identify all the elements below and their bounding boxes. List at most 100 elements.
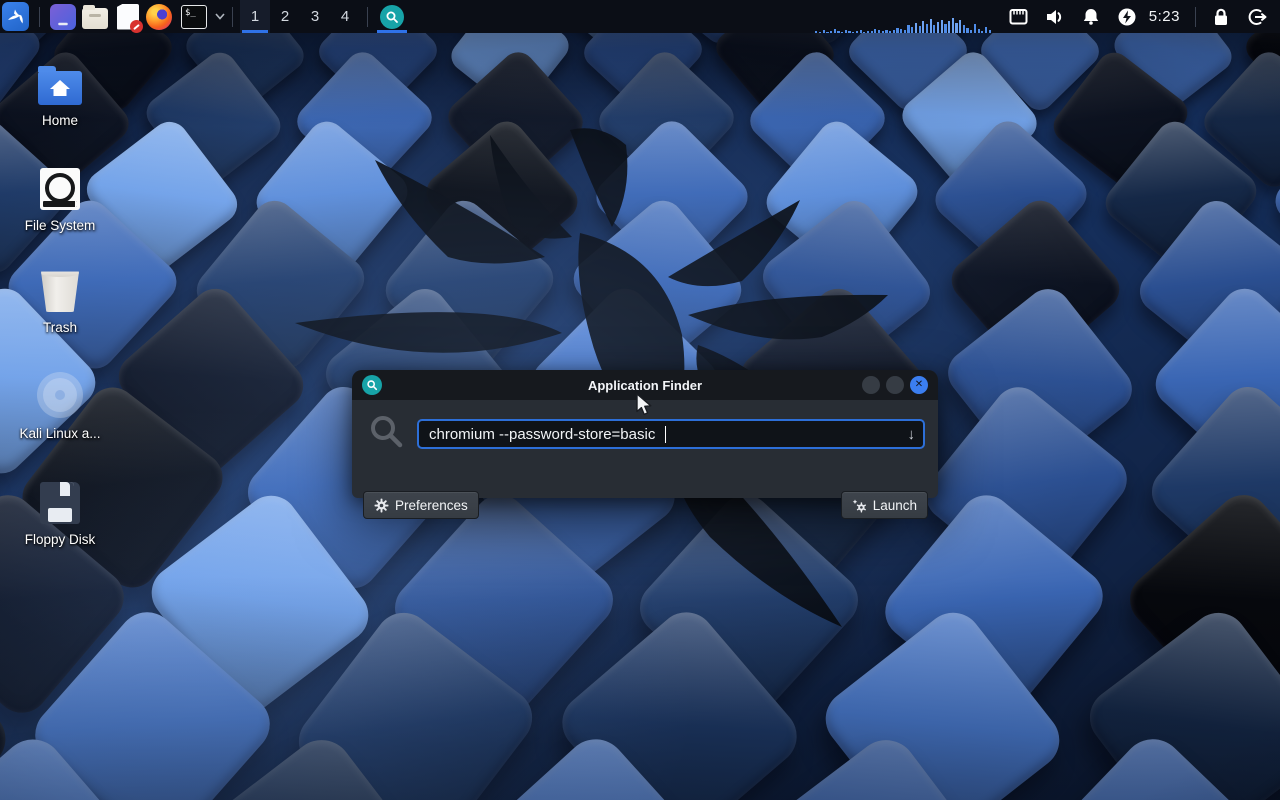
panel-separator bbox=[39, 7, 40, 27]
clock[interactable]: 5:23 bbox=[1149, 8, 1180, 25]
folder-icon bbox=[82, 8, 108, 29]
monitor-bar bbox=[819, 32, 821, 33]
lock-screen-icon[interactable] bbox=[1210, 6, 1232, 28]
monitor-bar bbox=[815, 31, 817, 33]
desktop-icon-label: File System bbox=[25, 218, 96, 233]
volume-icon[interactable] bbox=[1044, 6, 1066, 28]
kali-menu-icon bbox=[2, 2, 29, 31]
monitor-bar bbox=[919, 26, 921, 33]
panel-separator bbox=[1195, 7, 1196, 27]
desktop-icon-filesystem[interactable]: File System bbox=[5, 160, 115, 233]
text-editor-launcher[interactable] bbox=[111, 0, 143, 33]
monitor-bar bbox=[834, 29, 836, 33]
monitor-bar bbox=[944, 24, 946, 33]
desktop-icon-trash[interactable]: Trash bbox=[5, 262, 115, 335]
power-manager-icon[interactable] bbox=[1116, 6, 1138, 28]
monitor-bar bbox=[930, 19, 932, 33]
monitor-bar bbox=[966, 28, 968, 33]
monitor-bar bbox=[985, 27, 987, 33]
window-title: Application Finder bbox=[352, 378, 938, 393]
launch-button[interactable]: Launch bbox=[841, 491, 928, 519]
monitor-bar bbox=[860, 30, 862, 33]
home-folder-icon bbox=[38, 55, 82, 105]
workspace-1-button[interactable]: 1 bbox=[240, 0, 270, 33]
dropdown-arrow-icon[interactable]: ↓ bbox=[908, 426, 916, 443]
system-monitor-graph[interactable] bbox=[815, 0, 991, 33]
workspace-4-button[interactable]: 4 bbox=[330, 0, 360, 33]
monitor-bar bbox=[889, 31, 891, 33]
desktop-icon-label: Floppy Disk bbox=[25, 532, 96, 547]
preferences-label: Preferences bbox=[395, 498, 468, 513]
minimize-button[interactable] bbox=[862, 376, 880, 394]
firefox-icon bbox=[146, 4, 172, 30]
desktop: Home File System Trash Kali Linux a... F… bbox=[0, 0, 1280, 800]
monitor-bar bbox=[955, 23, 957, 33]
monitor-bar bbox=[863, 32, 865, 33]
edit-badge-icon bbox=[130, 20, 143, 33]
monitor-bar bbox=[878, 30, 880, 33]
monitor-bar bbox=[904, 30, 906, 33]
desktop-icon-kali-disc[interactable]: Kali Linux a... bbox=[5, 368, 115, 441]
show-desktop-launcher[interactable] bbox=[47, 0, 79, 33]
terminal-launcher[interactable]: $_ bbox=[175, 0, 213, 33]
desktop-icon-label: Trash bbox=[43, 320, 77, 335]
monitor-bar bbox=[882, 31, 884, 33]
finder-body: chromium --password-store=basic ↓ bbox=[352, 400, 938, 498]
monitor-bar bbox=[911, 27, 913, 33]
monitor-bar bbox=[823, 30, 825, 33]
monitor-bar bbox=[978, 29, 980, 33]
command-text: chromium --password-store=basic bbox=[429, 426, 660, 443]
maximize-button[interactable] bbox=[886, 376, 904, 394]
firefox-launcher[interactable] bbox=[143, 0, 175, 33]
monitor-bar bbox=[922, 21, 924, 33]
cd-disc-icon bbox=[37, 368, 83, 418]
workspace-3-button[interactable]: 3 bbox=[300, 0, 330, 33]
trash-icon bbox=[41, 262, 79, 312]
monitor-bar bbox=[926, 24, 928, 33]
monitor-bar bbox=[885, 30, 887, 33]
workspace-2-button[interactable]: 2 bbox=[270, 0, 300, 33]
monitor-bar bbox=[852, 32, 854, 33]
monitor-bar bbox=[948, 21, 950, 33]
monitor-bar bbox=[989, 30, 991, 33]
desktop-icon-label: Home bbox=[42, 113, 78, 128]
monitor-bar bbox=[933, 25, 935, 33]
close-button[interactable]: ✕ bbox=[910, 376, 928, 394]
launcher-dropdown-chevron-icon[interactable] bbox=[215, 11, 225, 23]
launch-label: Launch bbox=[873, 498, 917, 513]
application-finder-window: Application Finder ✕ chromium --password… bbox=[352, 370, 938, 498]
monitor-bar bbox=[981, 31, 983, 33]
monitor-bar bbox=[907, 25, 909, 33]
monitor-bar bbox=[837, 31, 839, 33]
monitor-bar bbox=[937, 22, 939, 33]
terminal-icon: $_ bbox=[181, 5, 207, 29]
text-caret bbox=[665, 426, 667, 443]
desktop-icon-floppy[interactable]: Floppy Disk bbox=[5, 474, 115, 547]
monitor-bar bbox=[856, 31, 858, 33]
search-icon bbox=[368, 413, 406, 456]
application-finder-task-button[interactable] bbox=[375, 0, 409, 33]
monitor-bar bbox=[845, 30, 847, 33]
applications-menu-button[interactable] bbox=[0, 0, 32, 33]
titlebar[interactable]: Application Finder ✕ bbox=[352, 370, 938, 400]
app-finder-icon bbox=[380, 5, 404, 29]
monitor-bar bbox=[848, 31, 850, 33]
monitor-bar bbox=[830, 31, 832, 33]
notifications-bell-icon[interactable] bbox=[1080, 6, 1102, 28]
desktop-icon-label: Kali Linux a... bbox=[19, 426, 100, 441]
network-icon[interactable] bbox=[1008, 6, 1030, 28]
command-input[interactable]: chromium --password-store=basic ↓ bbox=[417, 419, 925, 449]
logout-icon[interactable] bbox=[1246, 6, 1268, 28]
monitor-bar bbox=[874, 29, 876, 33]
preferences-button[interactable]: Preferences bbox=[363, 491, 479, 519]
run-icon bbox=[852, 498, 867, 513]
panel-separator bbox=[367, 7, 368, 27]
monitor-bar bbox=[900, 29, 902, 33]
gear-icon bbox=[374, 498, 389, 513]
monitor-bar bbox=[867, 31, 869, 33]
desktop-icon-home[interactable]: Home bbox=[5, 55, 115, 128]
file-manager-launcher[interactable] bbox=[79, 0, 111, 33]
monitor-bar bbox=[970, 30, 972, 33]
panel-separator bbox=[232, 7, 233, 27]
monitor-bar bbox=[841, 32, 843, 33]
